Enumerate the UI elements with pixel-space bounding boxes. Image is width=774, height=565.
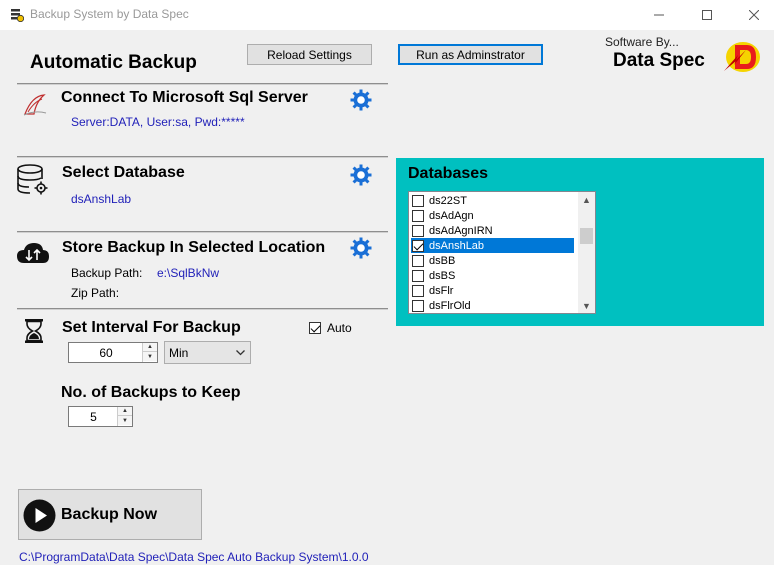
sql-server-title: Connect To Microsoft Sql Server [61,89,308,106]
play-icon [23,499,56,532]
close-icon [749,10,759,20]
install-path: C:\ProgramData\Data Spec\Data Spec Auto … [19,550,369,564]
list-item-label: dsBS [429,269,456,282]
list-item-checkbox[interactable] [412,209,424,222]
list-item-checkbox[interactable] [412,299,424,312]
zip-path-label: Zip Path: [71,286,120,300]
list-item-checkbox[interactable] [412,254,424,267]
data-spec-logo [724,42,760,72]
window-title: Backup System by Data Spec [30,7,189,21]
list-item-label: dsAdAgnIRN [429,224,493,237]
database-icon [17,164,48,195]
list-item[interactable]: dsAnshLab [411,238,574,253]
list-item-label: dsFlr [429,284,454,297]
list-item[interactable]: dsBS [411,268,574,283]
maximize-icon [702,10,712,20]
list-item[interactable]: dsFlrOld [411,298,574,313]
auto-checkbox-box[interactable] [309,322,321,334]
gear-icon[interactable] [350,237,372,259]
list-item-label: dsBB [429,254,456,267]
databases-panel-title: Databases [408,165,489,182]
list-item-checkbox[interactable] [412,239,424,252]
increment-button[interactable]: ▲ [143,343,157,352]
cloud-icon [17,243,49,263]
increment-button[interactable]: ▲ [118,407,132,416]
backup-path-label: Backup Path: [71,266,143,280]
scroll-down-button[interactable]: ▼ [578,298,595,313]
interval-unit-select[interactable]: Min [164,341,251,364]
close-button[interactable] [731,0,774,30]
list-item-label: dsAdAgn [429,209,474,222]
list-item-checkbox[interactable] [412,269,424,282]
backups-to-keep-stepper[interactable]: 5 ▲ ▼ [68,406,133,427]
list-item[interactable]: dsBB [411,253,574,268]
selected-database-link[interactable]: dsAnshLab [71,192,131,206]
gear-icon[interactable] [350,164,372,186]
gear-icon[interactable] [350,89,372,111]
title-bar: Backup System by Data Spec [0,0,774,30]
databases-list[interactable]: ds22ST dsAdAgn dsAdAgnIRN dsAnshLab dsBB… [408,191,596,314]
list-item[interactable]: dsAdAgn [411,208,574,223]
interval-stepper[interactable]: 60 ▲ ▼ [68,342,158,363]
interval-unit-value: Min [169,346,189,360]
list-item-label: dsFlrOld [429,299,471,312]
run-as-administrator-button[interactable]: Run as Adminstrator [398,44,543,65]
backup-now-label: Backup Now [61,506,158,523]
decrement-button[interactable]: ▼ [143,352,157,361]
list-item-label: dsAnshLab [429,239,485,252]
separator [17,83,388,85]
page-title: Automatic Backup [30,52,197,73]
scroll-up-button[interactable]: ▲ [578,192,595,207]
store-backup-title: Store Backup In Selected Location [62,239,326,256]
minimize-icon [654,14,664,16]
list-item-label: ds22ST [429,194,467,207]
auto-checkbox-label: Auto [327,321,352,335]
sql-connection-link[interactable]: Server:DATA, User:sa, Pwd:***** [71,115,245,129]
backup-now-button[interactable]: Backup Now [18,489,202,540]
app-icon [11,9,24,22]
software-by-label: Software By... [605,35,679,49]
list-item[interactable]: dsFlr [411,283,574,298]
decrement-button[interactable]: ▼ [118,416,132,425]
separator [17,231,388,233]
auto-checkbox[interactable]: Auto [309,321,352,335]
client-area: Automatic Backup Reload Settings Run as … [0,30,774,565]
list-item-checkbox[interactable] [412,284,424,297]
list-item[interactable]: ds22ST [411,193,574,208]
list-item-checkbox[interactable] [412,194,424,207]
sql-server-icon [23,94,47,116]
backups-to-keep-stepper-buttons: ▲ ▼ [117,407,132,426]
backups-to-keep-value[interactable]: 5 [69,407,118,426]
separator [17,156,388,158]
list-item[interactable]: dsAdAgnIRN [411,223,574,238]
scroll-thumb[interactable] [580,228,593,244]
hourglass-icon [25,319,43,343]
interval-value[interactable]: 60 [69,343,143,362]
interval-title: Set Interval For Backup [62,319,241,336]
backups-to-keep-title: No. of Backups to Keep [61,384,241,401]
separator [17,308,388,310]
databases-panel: Databases ds22ST dsAdAgn dsAdAgnIRN dsAn… [396,158,764,326]
databases-list-scrollbar[interactable]: ▲ ▼ [578,192,595,313]
brand-name: Data Spec [613,50,705,71]
backup-path-link[interactable]: e:\SqlBkNw [157,266,219,280]
minimize-button[interactable] [636,0,682,30]
select-database-title: Select Database [62,164,185,181]
interval-stepper-buttons: ▲ ▼ [142,343,157,362]
chevron-down-icon [236,350,245,356]
maximize-button[interactable] [684,0,730,30]
list-item-checkbox[interactable] [412,224,424,237]
reload-settings-button[interactable]: Reload Settings [247,44,372,65]
